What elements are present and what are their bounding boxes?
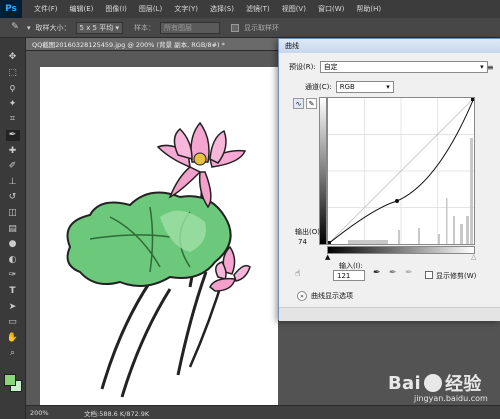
document-title: QQ截图20160328125459.jpg @ 200% (背景 副本, RG… [32, 41, 225, 49]
preset-value: 自定 [323, 63, 338, 71]
eraser-tool-icon[interactable]: ◫ [6, 208, 20, 219]
chevron-double-down-icon[interactable]: » [297, 291, 307, 301]
white-eyedropper-icon[interactable]: ✒ [405, 268, 413, 278]
type-tool-icon[interactable]: T [6, 286, 20, 297]
watermark-url: jingyan.baidu.com [414, 394, 488, 403]
curve-edit-points-icon[interactable]: ∿ [293, 98, 304, 109]
menu-filter[interactable]: 滤镜(T) [240, 4, 276, 14]
chevron-down-icon: ▾ [480, 63, 484, 71]
zoom-level[interactable]: 200% [26, 409, 66, 417]
marquee-tool-icon[interactable]: ⬚ [6, 68, 20, 79]
lasso-tool-icon[interactable]: ϙ [6, 83, 20, 94]
document-tab[interactable]: QQ截图20160328125459.jpg @ 200% (背景 副本, RG… [26, 38, 278, 51]
menu-select[interactable]: 选择(S) [204, 4, 240, 14]
menu-edit[interactable]: 编辑(E) [64, 4, 100, 14]
eyedropper-tool-icon[interactable]: ✒ [5, 129, 20, 141]
sample-size-value: 5 x 5 平均 [79, 23, 114, 32]
blur-tool-icon[interactable]: ● [6, 239, 20, 250]
menu-view[interactable]: 视图(V) [276, 4, 312, 14]
options-bar: ✎ ▾ 取样大小： 5 x 5 平均 ▾ 样本： 所有图层 显示取样环 [0, 18, 500, 38]
show-clipping-label: 显示修剪(W) [436, 272, 477, 280]
curves-dialog: 曲线 预设(R): 自定 ▾ ≡ 通道(C): RGB ▾ ∿ ✎ ▲ △ 输出… [278, 38, 500, 321]
preset-row: 预设(R): 自定 ▾ [289, 61, 488, 73]
curve-eyedropper-hand-icon[interactable]: ☝ [295, 269, 300, 279]
hand-tool-icon[interactable]: ✋ [6, 333, 20, 344]
sample-select[interactable]: 所有图层 [160, 21, 220, 34]
menu-window[interactable]: 窗口(W) [312, 4, 350, 14]
document-area [26, 51, 278, 405]
sample-label: 样本： [134, 23, 155, 32]
document-size: 文档:588.6 K/872.9K [84, 409, 150, 418]
preset-select[interactable]: 自定 ▾ [319, 61, 488, 73]
preset-label: 预设(R): [289, 63, 316, 71]
chevron-down-icon: ▾ [386, 83, 390, 91]
curve-control-point[interactable] [395, 199, 399, 203]
menu-help[interactable]: 帮助(H) [350, 4, 387, 14]
preset-options-icon[interactable]: ≡ [487, 63, 494, 72]
dialog-footer [279, 307, 500, 321]
foreground-color-swatch[interactable] [3, 373, 16, 386]
white-point-slider[interactable]: △ [471, 253, 476, 261]
output-gradient-bar [319, 97, 327, 245]
watermark-bai: Bai [388, 372, 421, 394]
sample-value: 所有图层 [164, 23, 192, 32]
tools-panel: ✥ ⬚ ϙ ✦ ⌗ ✒ ✚ ✐ ⊥ ↺ ◫ ▤ ● ◐ ✑ T ➤ ▭ ✋ ⌕ [0, 38, 26, 419]
healing-brush-tool-icon[interactable]: ✚ [6, 146, 20, 157]
black-point-slider[interactable]: ▲ [325, 253, 330, 261]
pen-tool-icon[interactable]: ✑ [6, 270, 20, 281]
curve-display-options-toggle[interactable]: » 曲线显示选项 [297, 291, 353, 301]
status-bar: 200% 文档:588.6 K/872.9K [26, 405, 500, 419]
menu-layer[interactable]: 图层(L) [133, 4, 168, 14]
zoom-tool-icon[interactable]: ⌕ [6, 348, 20, 359]
curve-graph[interactable] [327, 97, 475, 245]
curve-draw-pencil-icon[interactable]: ✎ [306, 98, 317, 109]
gradient-tool-icon[interactable]: ▤ [6, 224, 20, 235]
lotus-illustration [66, 121, 251, 398]
image-canvas[interactable] [40, 67, 278, 405]
menu-file[interactable]: 文件(F) [28, 4, 64, 14]
dialog-title: 曲线 [279, 39, 500, 53]
photoshop-logo: Ps [0, 0, 22, 18]
output-field[interactable]: 74 [295, 236, 317, 247]
eyedropper-icon[interactable]: ✎ [8, 22, 22, 33]
shape-tool-icon[interactable]: ▭ [6, 317, 20, 328]
color-swatches[interactable] [2, 372, 24, 394]
watermark-logo: Bai 经验 [388, 370, 482, 396]
quick-select-tool-icon[interactable]: ✦ [6, 99, 20, 110]
black-eyedropper-icon[interactable]: ✒ [373, 268, 381, 278]
channel-select[interactable]: RGB ▾ [335, 81, 394, 93]
input-gradient-bar [327, 246, 475, 254]
curve-svg [327, 97, 475, 245]
brush-tool-icon[interactable]: ✐ [6, 161, 20, 172]
gray-eyedropper-icon[interactable]: ✒ [389, 268, 397, 278]
menu-bar: Ps 文件(F) 编辑(E) 图像(I) 图层(L) 文字(Y) 选择(S) 滤… [0, 0, 500, 18]
show-clipping-checkbox[interactable] [425, 271, 433, 279]
baidu-paw-icon [423, 374, 442, 392]
baidu-jingyan-watermark: Bai 经验 jingyan.baidu.com [384, 370, 500, 404]
channel-row: 通道(C): RGB ▾ [305, 81, 394, 93]
show-ring-label: 显示取样环 [244, 23, 279, 32]
channel-label: 通道(C): [305, 83, 332, 91]
path-select-tool-icon[interactable]: ➤ [6, 302, 20, 313]
menu-image[interactable]: 图像(I) [99, 4, 133, 14]
crop-tool-icon[interactable]: ⌗ [6, 114, 20, 125]
chevron-down-icon[interactable]: ▾ [27, 24, 31, 32]
sample-size-select[interactable]: 5 x 5 平均 ▾ [75, 21, 123, 34]
clone-stamp-tool-icon[interactable]: ⊥ [6, 177, 20, 188]
watermark-jingyan: 经验 [444, 374, 482, 395]
menu-type[interactable]: 文字(Y) [168, 4, 204, 14]
sample-size-label: 取样大小： [35, 23, 71, 32]
curve-display-options-label: 曲线显示选项 [311, 292, 353, 300]
move-tool-icon[interactable]: ✥ [6, 52, 20, 63]
input-field[interactable]: 121 [333, 270, 365, 281]
show-ring-checkbox[interactable] [231, 23, 239, 32]
history-brush-tool-icon[interactable]: ↺ [6, 192, 20, 203]
channel-value: RGB [339, 83, 355, 91]
dodge-tool-icon[interactable]: ◐ [6, 255, 20, 266]
